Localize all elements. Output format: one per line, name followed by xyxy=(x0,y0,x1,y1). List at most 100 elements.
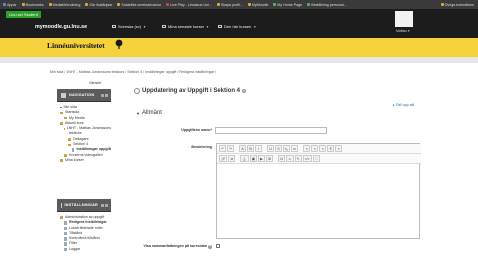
folder-icon xyxy=(216,3,220,6)
navigation-block-header[interactable]: NAVIGATION xyxy=(57,89,111,102)
this-course-menu[interactable]: Den här kursen ▼ xyxy=(218,24,256,29)
collapse-icon[interactable] xyxy=(101,203,104,207)
editor-toolbar-button[interactable]: ☺ xyxy=(286,155,294,162)
help-icon[interactable]: ? xyxy=(242,89,247,93)
editor-toolbar-button[interactable]: ≡ xyxy=(303,145,311,152)
folder-icon xyxy=(60,111,63,115)
bookmark-item[interactable]: MyMoodle xyxy=(247,3,268,7)
expand-all-link[interactable]: ▸ Fäll upp allt xyxy=(393,103,414,107)
bookmark-item[interactable]: Gör lisstänjsar xyxy=(85,3,112,7)
block-controls[interactable] xyxy=(101,203,108,207)
editor-toolbar-button[interactable]: ↶ xyxy=(219,145,226,152)
folder-icon xyxy=(60,122,63,125)
editor-toolbar-button[interactable]: ⊘ xyxy=(228,155,236,162)
editor-toolbar-button[interactable]: 🔗 xyxy=(219,155,228,162)
dock-icon[interactable] xyxy=(105,93,108,97)
bookmark-item[interactable]: My Home Page xyxy=(273,3,302,7)
breadcrumb[interactable]: Min sida / 1NHT - Mattias Johanssons tes… xyxy=(50,70,216,74)
editor-toolbar-button[interactable]: ⚓ xyxy=(240,155,249,162)
page-icon xyxy=(72,148,75,152)
other-bookmarks[interactable]: Övriga bokmärken xyxy=(440,3,478,7)
chevron-down-icon: ▼ xyxy=(206,24,209,29)
editor-toolbar-button[interactable]: ¶ xyxy=(327,145,335,152)
page-title: Uppdatering av Uppgift i Sektion 4 ? xyxy=(134,88,247,94)
editor-toolbar-button[interactable]: S xyxy=(275,145,282,152)
editor-toolbar-button[interactable]: A xyxy=(239,145,246,152)
dock-icon[interactable] xyxy=(105,203,108,207)
folder-icon xyxy=(48,3,52,6)
folder-icon xyxy=(117,3,121,6)
chevron-down-icon: ▼ xyxy=(253,24,257,29)
folder-icon xyxy=(440,3,444,6)
folder-icon xyxy=(64,117,67,120)
bookmark-item[interactable]: Beställning personal... xyxy=(307,3,347,7)
bookmark-item[interactable]: Mediaförbrukning xyxy=(48,3,80,7)
help-icon[interactable]: ? xyxy=(208,244,212,249)
bookmark-item[interactable]: Bookmarks xyxy=(21,3,44,7)
settings-block: INSTÄLLNINGAR Administration av uppgift R… xyxy=(57,199,111,269)
editor-toolbar-button[interactable]: B xyxy=(247,145,254,152)
my-courses-menu[interactable]: Mina senaste kurser ▼ xyxy=(162,24,209,29)
editor-toolbar-button[interactable]: x² xyxy=(291,145,299,152)
editor-toolbar-button[interactable]: ▣ xyxy=(249,155,258,162)
apps-icon xyxy=(3,3,6,6)
bookmark-item[interactable]: Skapa profil... xyxy=(216,3,243,7)
folder-icon xyxy=(85,3,89,6)
settings-tree-item[interactable]: Loggar xyxy=(57,247,111,252)
editor-toolbar-button[interactable]: Ω xyxy=(278,155,286,162)
tree-logo-icon xyxy=(115,39,123,49)
bookmark-item[interactable]: Sokahitta ometoderacion xyxy=(117,3,161,7)
folder-icon xyxy=(64,127,65,131)
editor-toolbar-button[interactable]: ≡ xyxy=(311,145,319,152)
globe-icon xyxy=(112,25,116,28)
section-header-general[interactable]: ▼ Allmänt xyxy=(136,110,162,116)
editor-toolbar-button[interactable]: I xyxy=(255,145,262,152)
play-icon xyxy=(166,3,170,6)
folder-icon xyxy=(68,143,71,146)
role-badge: Linu sel Student xyxy=(6,11,41,18)
assignment-name-input[interactable] xyxy=(215,127,327,134)
page-icon xyxy=(64,221,67,225)
required-icon: * xyxy=(210,128,212,132)
editor-toolbar-button[interactable]: ✎ xyxy=(294,155,302,162)
editor-toolbar-button[interactable]: ≡ xyxy=(319,145,327,152)
collapse-icon[interactable] xyxy=(101,93,104,97)
editor-toolbar-row-1: ↶ ↷ A B I U Sx₂ x² ≡ ≡ ≡ ¶ ≡ xyxy=(217,144,421,154)
assignment-name-label: Uppgiftens namn* xyxy=(181,128,212,132)
nav-tree-item[interactable]: Mina kurser xyxy=(57,158,111,163)
editor-toolbar-button[interactable]: ⊞ xyxy=(266,155,274,162)
site-name-link[interactable]: mymoodle.gu.lnu.se xyxy=(35,24,87,30)
page-icon xyxy=(307,3,311,6)
navigation-icon xyxy=(61,92,66,98)
folder-icon xyxy=(247,3,251,6)
folder-icon xyxy=(60,159,63,162)
bullet-icon xyxy=(60,106,62,109)
editor-toolbar-button[interactable]: ≡ xyxy=(335,145,343,152)
bookmark-item[interactable]: Live Play - Linnaeus Uni... xyxy=(166,3,212,7)
language-menu[interactable]: Svenska (sv) ▼ xyxy=(112,24,146,29)
star-icon xyxy=(21,3,25,6)
user-menu[interactable]: Mattias ▾ xyxy=(396,29,410,33)
settings-block-title: INSTÄLLNINGAR xyxy=(64,203,98,207)
university-logo[interactable]: Linnéuniversitetet xyxy=(47,41,105,50)
show-description-label: Visa sammanfattningen på kurssidan ? xyxy=(143,244,212,249)
editor-toolbar-button[interactable]: ▶ xyxy=(258,155,266,162)
bookmark-item[interactable]: Appar xyxy=(3,3,17,7)
settings-block-header[interactable]: INSTÄLLNINGAR xyxy=(57,199,111,212)
chevron-down-icon: ▼ xyxy=(143,24,147,29)
editor-toolbar-button[interactable]: ⛶ xyxy=(312,155,320,162)
editor-toolbar-button[interactable]: U xyxy=(267,145,274,152)
page-icon xyxy=(64,242,67,246)
page-icon xyxy=(64,247,67,252)
editor-toolbar-button[interactable]: ↷ xyxy=(227,145,234,152)
user-avatar[interactable] xyxy=(395,11,413,27)
editor-toolbar-button[interactable]: </> xyxy=(302,155,312,162)
header-divider xyxy=(0,57,478,63)
editor-toolbar-button[interactable]: x₂ xyxy=(283,145,291,152)
block-controls[interactable] xyxy=(101,93,108,97)
folder-icon xyxy=(60,216,63,219)
show-description-checkbox[interactable] xyxy=(216,244,220,248)
hide-blocks-button[interactable]: Vänster xyxy=(89,81,101,85)
description-editor[interactable]: ↶ ↷ A B I U Sx₂ x² ≡ ≡ ≡ ¶ ≡ 🔗 ⊘ ⚓ ▣ ▶ ⊞ Ω ☺ ✎ </> ⛶ xyxy=(216,143,421,239)
description-label: Beskrivning xyxy=(191,145,212,149)
